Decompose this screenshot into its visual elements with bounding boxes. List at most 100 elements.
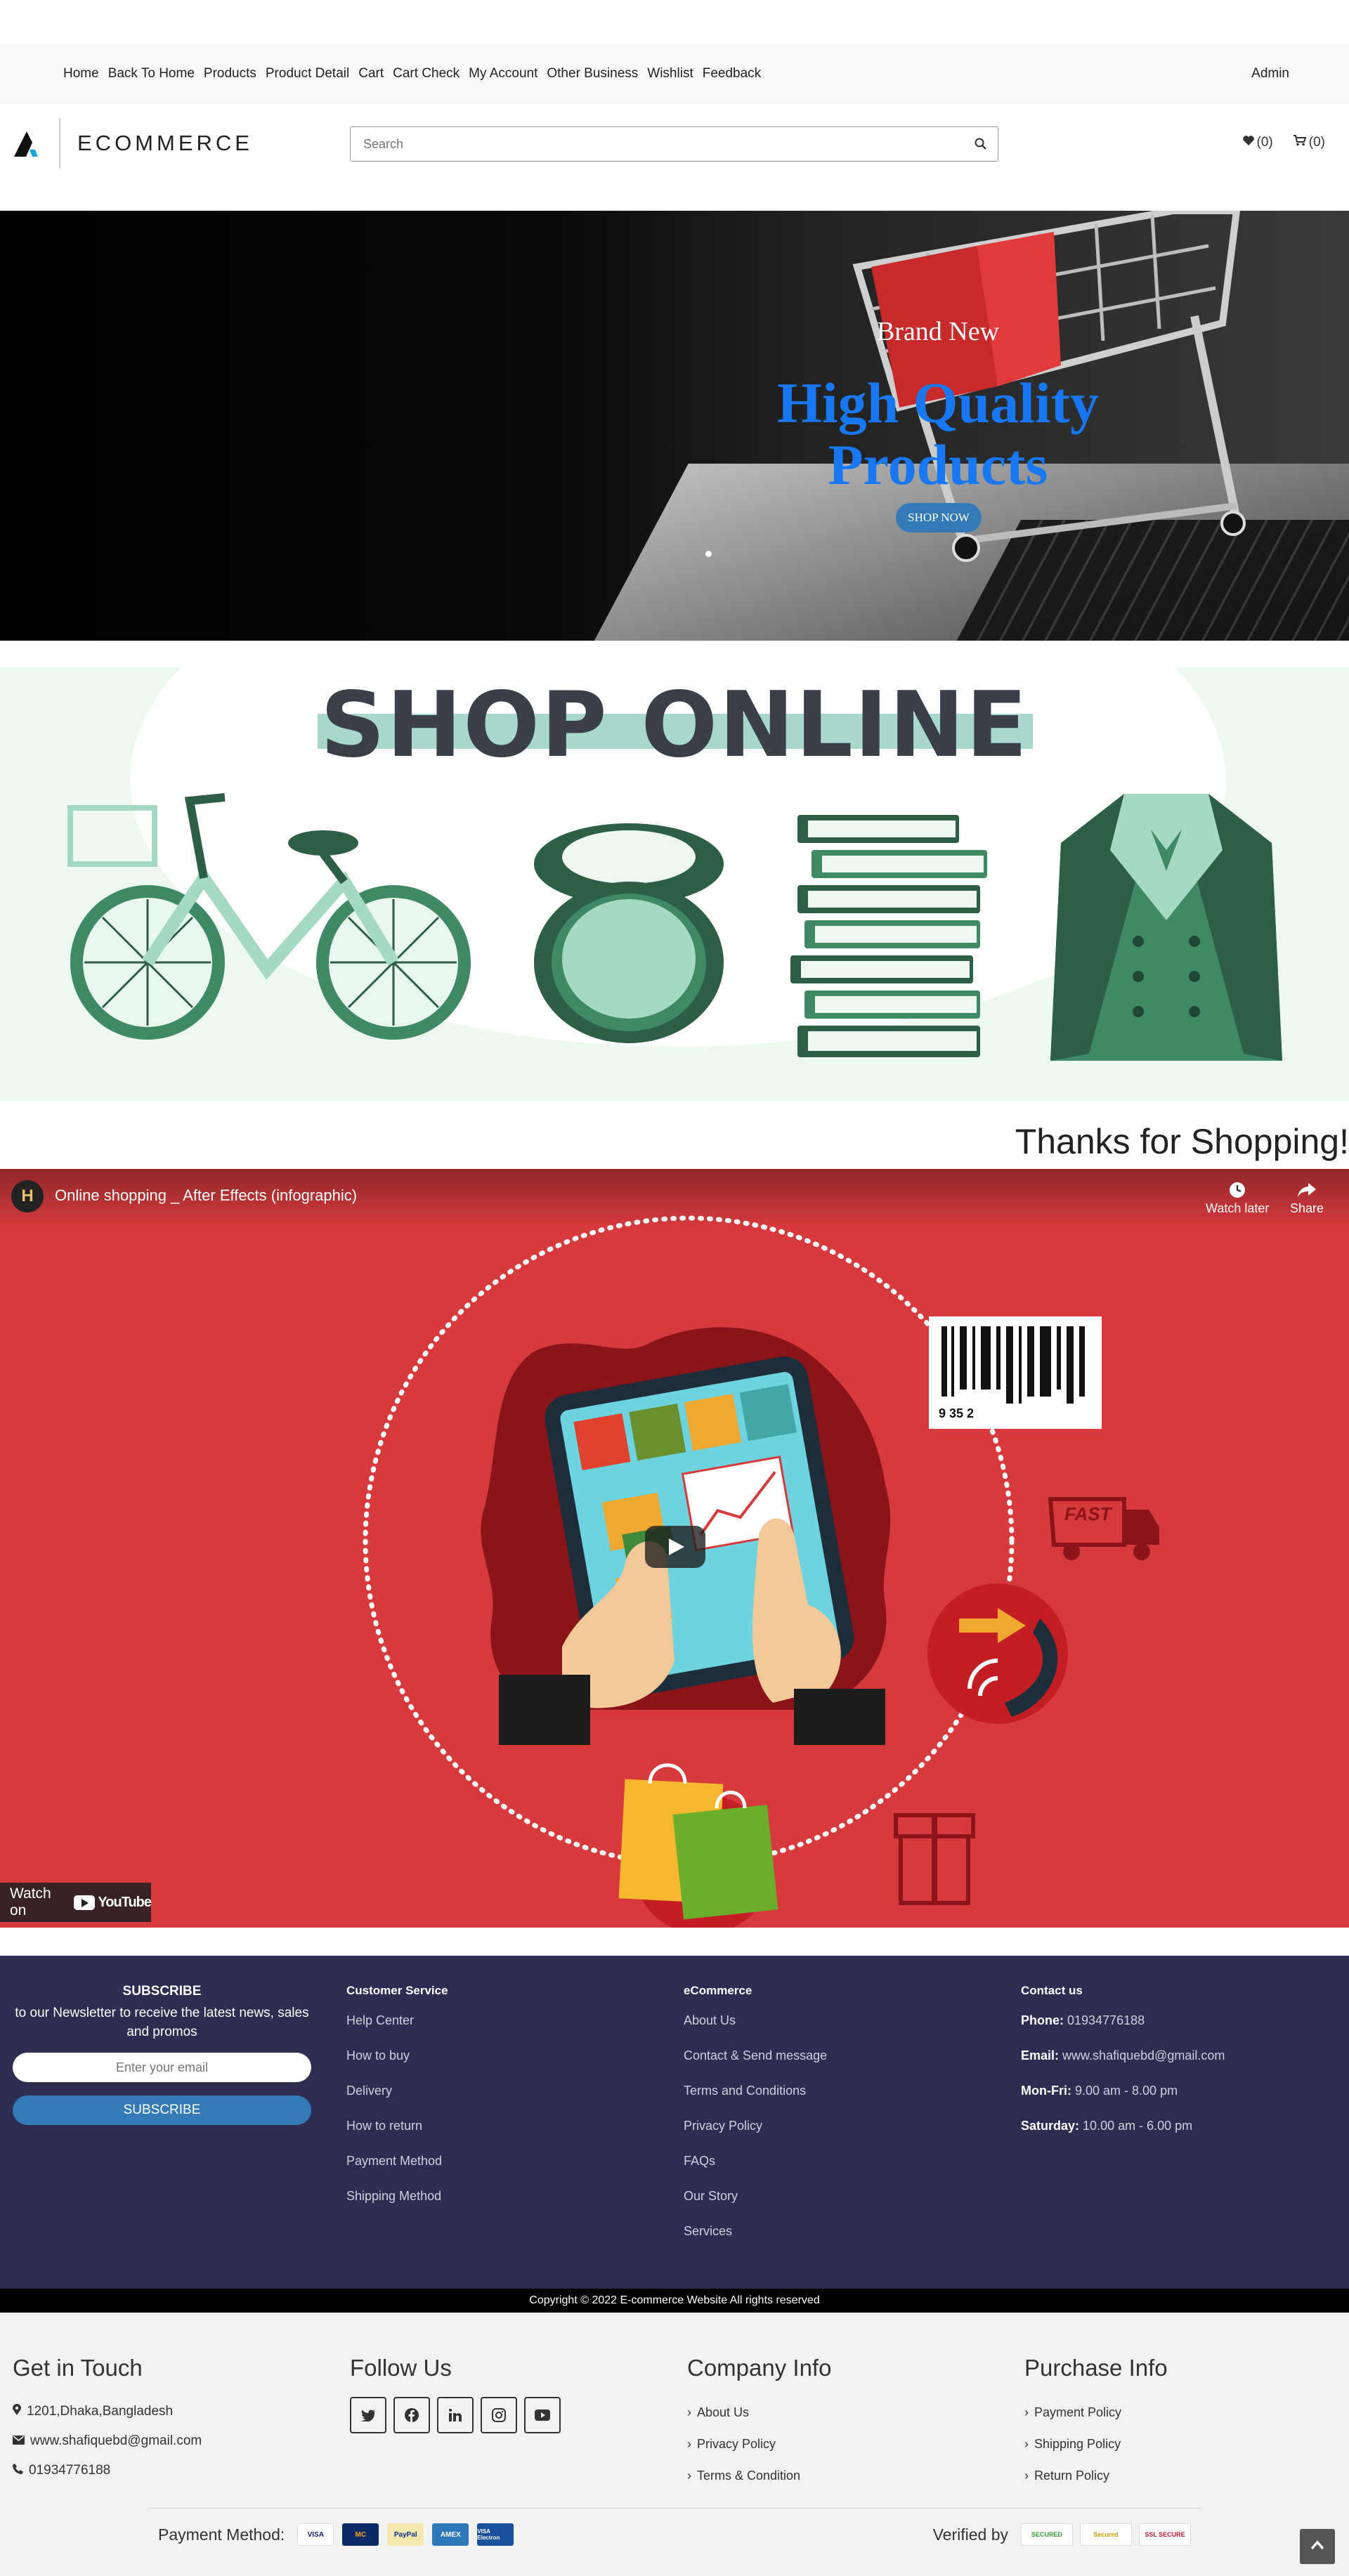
purchase-link-return[interactable]: › Return Policy	[1024, 2460, 1168, 2492]
wishlist-button[interactable]: (0)	[1242, 135, 1273, 150]
site-header: ECOMMERCE (0) (0)	[0, 104, 1349, 211]
channel-avatar[interactable]: H	[11, 1180, 44, 1212]
wishlist-count: (0)	[1256, 135, 1273, 150]
linkedin-icon[interactable]	[437, 2397, 474, 2433]
youtube-embed[interactable]: 9 35 2 FAST H Online shopping _ After Ef…	[0, 1169, 1349, 1928]
contact-hours-saturday: Saturday: 10.00 am - 6.00 pm	[1021, 2119, 1225, 2154]
slider-indicator[interactable]	[705, 551, 712, 557]
twitter-icon[interactable]	[350, 2397, 386, 2433]
customer-service-heading: Customer Service	[346, 1984, 448, 1997]
youtube-icon[interactable]	[524, 2397, 561, 2433]
footer-link-payment-method[interactable]: Payment Method	[346, 2154, 448, 2189]
follow-us-heading: Follow Us	[350, 2355, 452, 2381]
purchase-link-return-label: Return Policy	[1034, 2469, 1110, 2483]
barcode-digits: 9 35 2	[939, 1406, 974, 1420]
subscribe-column: SUBSCRIBE to our Newsletter to receive t…	[13, 1984, 311, 2125]
nav-product-detail[interactable]: Product Detail	[266, 66, 349, 81]
logo-divider	[59, 118, 60, 169]
nav-my-account[interactable]: My Account	[469, 66, 537, 81]
footer-link-shipping-method[interactable]: Shipping Method	[346, 2189, 448, 2224]
footer-link-help-center[interactable]: Help Center	[346, 2013, 448, 2048]
youtube-logo: YouTube	[74, 1894, 152, 1911]
get-in-touch-heading: Get in Touch	[13, 2355, 143, 2381]
purchase-link-shipping-label: Shipping Policy	[1034, 2437, 1121, 2451]
facebook-icon[interactable]	[393, 2397, 430, 2433]
nav-other-business[interactable]: Other Business	[547, 66, 638, 81]
nav-feedback[interactable]: Feedback	[703, 66, 761, 81]
verified-by-label: Verified by	[932, 2525, 1008, 2544]
subscribe-heading: SUBSCRIBE	[122, 1984, 202, 1999]
touch-address: 1201,Dhaka,Bangladesh	[13, 2397, 202, 2426]
site-logo[interactable]: ECOMMERCE	[13, 118, 253, 169]
footer-link-our-story[interactable]: Our Story	[684, 2189, 827, 2224]
shop-now-button[interactable]: SHOP NOW	[896, 503, 982, 532]
instagram-icon[interactable]	[481, 2397, 517, 2433]
subscribe-button[interactable]: SUBSCRIBE	[13, 2096, 311, 2125]
contact-phone-label: Phone:	[1021, 2013, 1064, 2027]
get-in-touch-column: Get in Touch 1201,Dhaka,Bangladesh www.s…	[13, 2355, 202, 2485]
footer-link-how-to-buy[interactable]: How to buy	[346, 2048, 448, 2084]
company-info-heading: Company Info	[687, 2355, 832, 2381]
purchase-link-payment-label: Payment Policy	[1034, 2405, 1122, 2419]
youtube-play-icon	[74, 1895, 96, 1910]
chevron-right-icon: ›	[1024, 2469, 1029, 2483]
touch-address-text: 1201,Dhaka,Bangladesh	[27, 2404, 174, 2419]
youtube-wordmark: YouTube	[98, 1894, 152, 1910]
scroll-to-top-button[interactable]	[1300, 2529, 1335, 2564]
footer-divider	[148, 2508, 1201, 2509]
nav-products[interactable]: Products	[204, 66, 256, 81]
footer-link-delivery[interactable]: Delivery	[346, 2084, 448, 2119]
badge-text-2: Secured	[1093, 2531, 1119, 2538]
nav-wishlist[interactable]: Wishlist	[647, 66, 693, 81]
company-link-privacy[interactable]: › Privacy Policy	[687, 2428, 831, 2460]
share-button[interactable]: Share	[1290, 1179, 1324, 1216]
footer-link-services[interactable]: Services	[684, 2224, 827, 2259]
nav-back-to-home[interactable]: Back To Home	[108, 66, 195, 81]
touch-email[interactable]: www.shafiquebd@gmail.com	[13, 2426, 202, 2456]
watch-later-button[interactable]: Watch later	[1206, 1179, 1269, 1216]
contact-monfri-label: Mon-Fri:	[1021, 2084, 1071, 2098]
nav-cart-check[interactable]: Cart Check	[393, 66, 460, 81]
footer-link-privacy[interactable]: Privacy Policy	[684, 2119, 827, 2154]
company-link-terms[interactable]: › Terms & Condition	[687, 2460, 831, 2492]
purchase-link-shipping[interactable]: › Shipping Policy	[1024, 2428, 1168, 2460]
search-icon[interactable]	[974, 137, 988, 151]
search-input[interactable]	[351, 127, 955, 161]
customer-service-column: Customer Service Help Center How to buy …	[346, 1984, 448, 2224]
amex-icon: AMEX	[432, 2523, 469, 2546]
map-marker-icon	[13, 2403, 21, 2420]
play-icon[interactable]	[645, 1526, 705, 1568]
video-title[interactable]: Online shopping _ After Effects (infogra…	[55, 1186, 357, 1205]
contact-sat-value: 10.00 am - 6.00 pm	[1083, 2119, 1193, 2133]
purchase-link-payment[interactable]: › Payment Policy	[1024, 2397, 1168, 2428]
hero-slider: Brand New High Quality Products SHOP NOW	[0, 211, 1349, 641]
admin-link[interactable]: Admin	[1251, 44, 1289, 104]
cart-icon	[1293, 135, 1307, 150]
contact-email-label: Email:	[1021, 2048, 1060, 2062]
footer-link-about-us[interactable]: About Us	[684, 2013, 827, 2048]
nav-cart[interactable]: Cart	[358, 66, 384, 81]
footer-link-faqs[interactable]: FAQs	[684, 2154, 827, 2189]
footer-link-terms[interactable]: Terms and Conditions	[684, 2084, 827, 2119]
footer-link-how-to-return[interactable]: How to return	[346, 2119, 448, 2154]
visa-electron-icon: VISA Electron	[477, 2523, 514, 2546]
company-info-column: Company Info › About Us › Privacy Policy ›…	[687, 2355, 831, 2492]
badge-text-3: SSL SECURE	[1145, 2531, 1185, 2538]
verified-badges: Verified by SECURED Secured SSL SECURE	[933, 2523, 1191, 2546]
watch-on-youtube-button[interactable]: Watch on YouTube	[0, 1883, 152, 1922]
touch-phone[interactable]: 01934776188	[13, 2456, 202, 2485]
cart-button[interactable]: (0)	[1293, 135, 1325, 150]
subscribe-email-input[interactable]	[13, 2053, 311, 2082]
contact-monfri-value: 9.00 am - 8.00 pm	[1075, 2084, 1178, 2098]
coat-illustration	[1050, 794, 1282, 1061]
thanks-message: Thanks for Shopping!	[1015, 1122, 1349, 1161]
company-link-terms-label: Terms & Condition	[697, 2469, 801, 2483]
footer-link-contact[interactable]: Contact & Send message	[684, 2048, 827, 2084]
shop-online-banner: SHOP ONLINE	[0, 667, 1349, 1101]
company-link-about[interactable]: › About Us	[687, 2397, 831, 2428]
truck-label: FAST	[1064, 1503, 1113, 1524]
nav-home[interactable]: Home	[63, 66, 99, 81]
secured-badge-icon: SECURED	[1021, 2523, 1073, 2546]
contact-hours-weekday: Mon-Fri: 9.00 am - 8.00 pm	[1021, 2084, 1225, 2119]
subscribe-text: to our Newsletter to receive the latest …	[15, 2006, 309, 2039]
